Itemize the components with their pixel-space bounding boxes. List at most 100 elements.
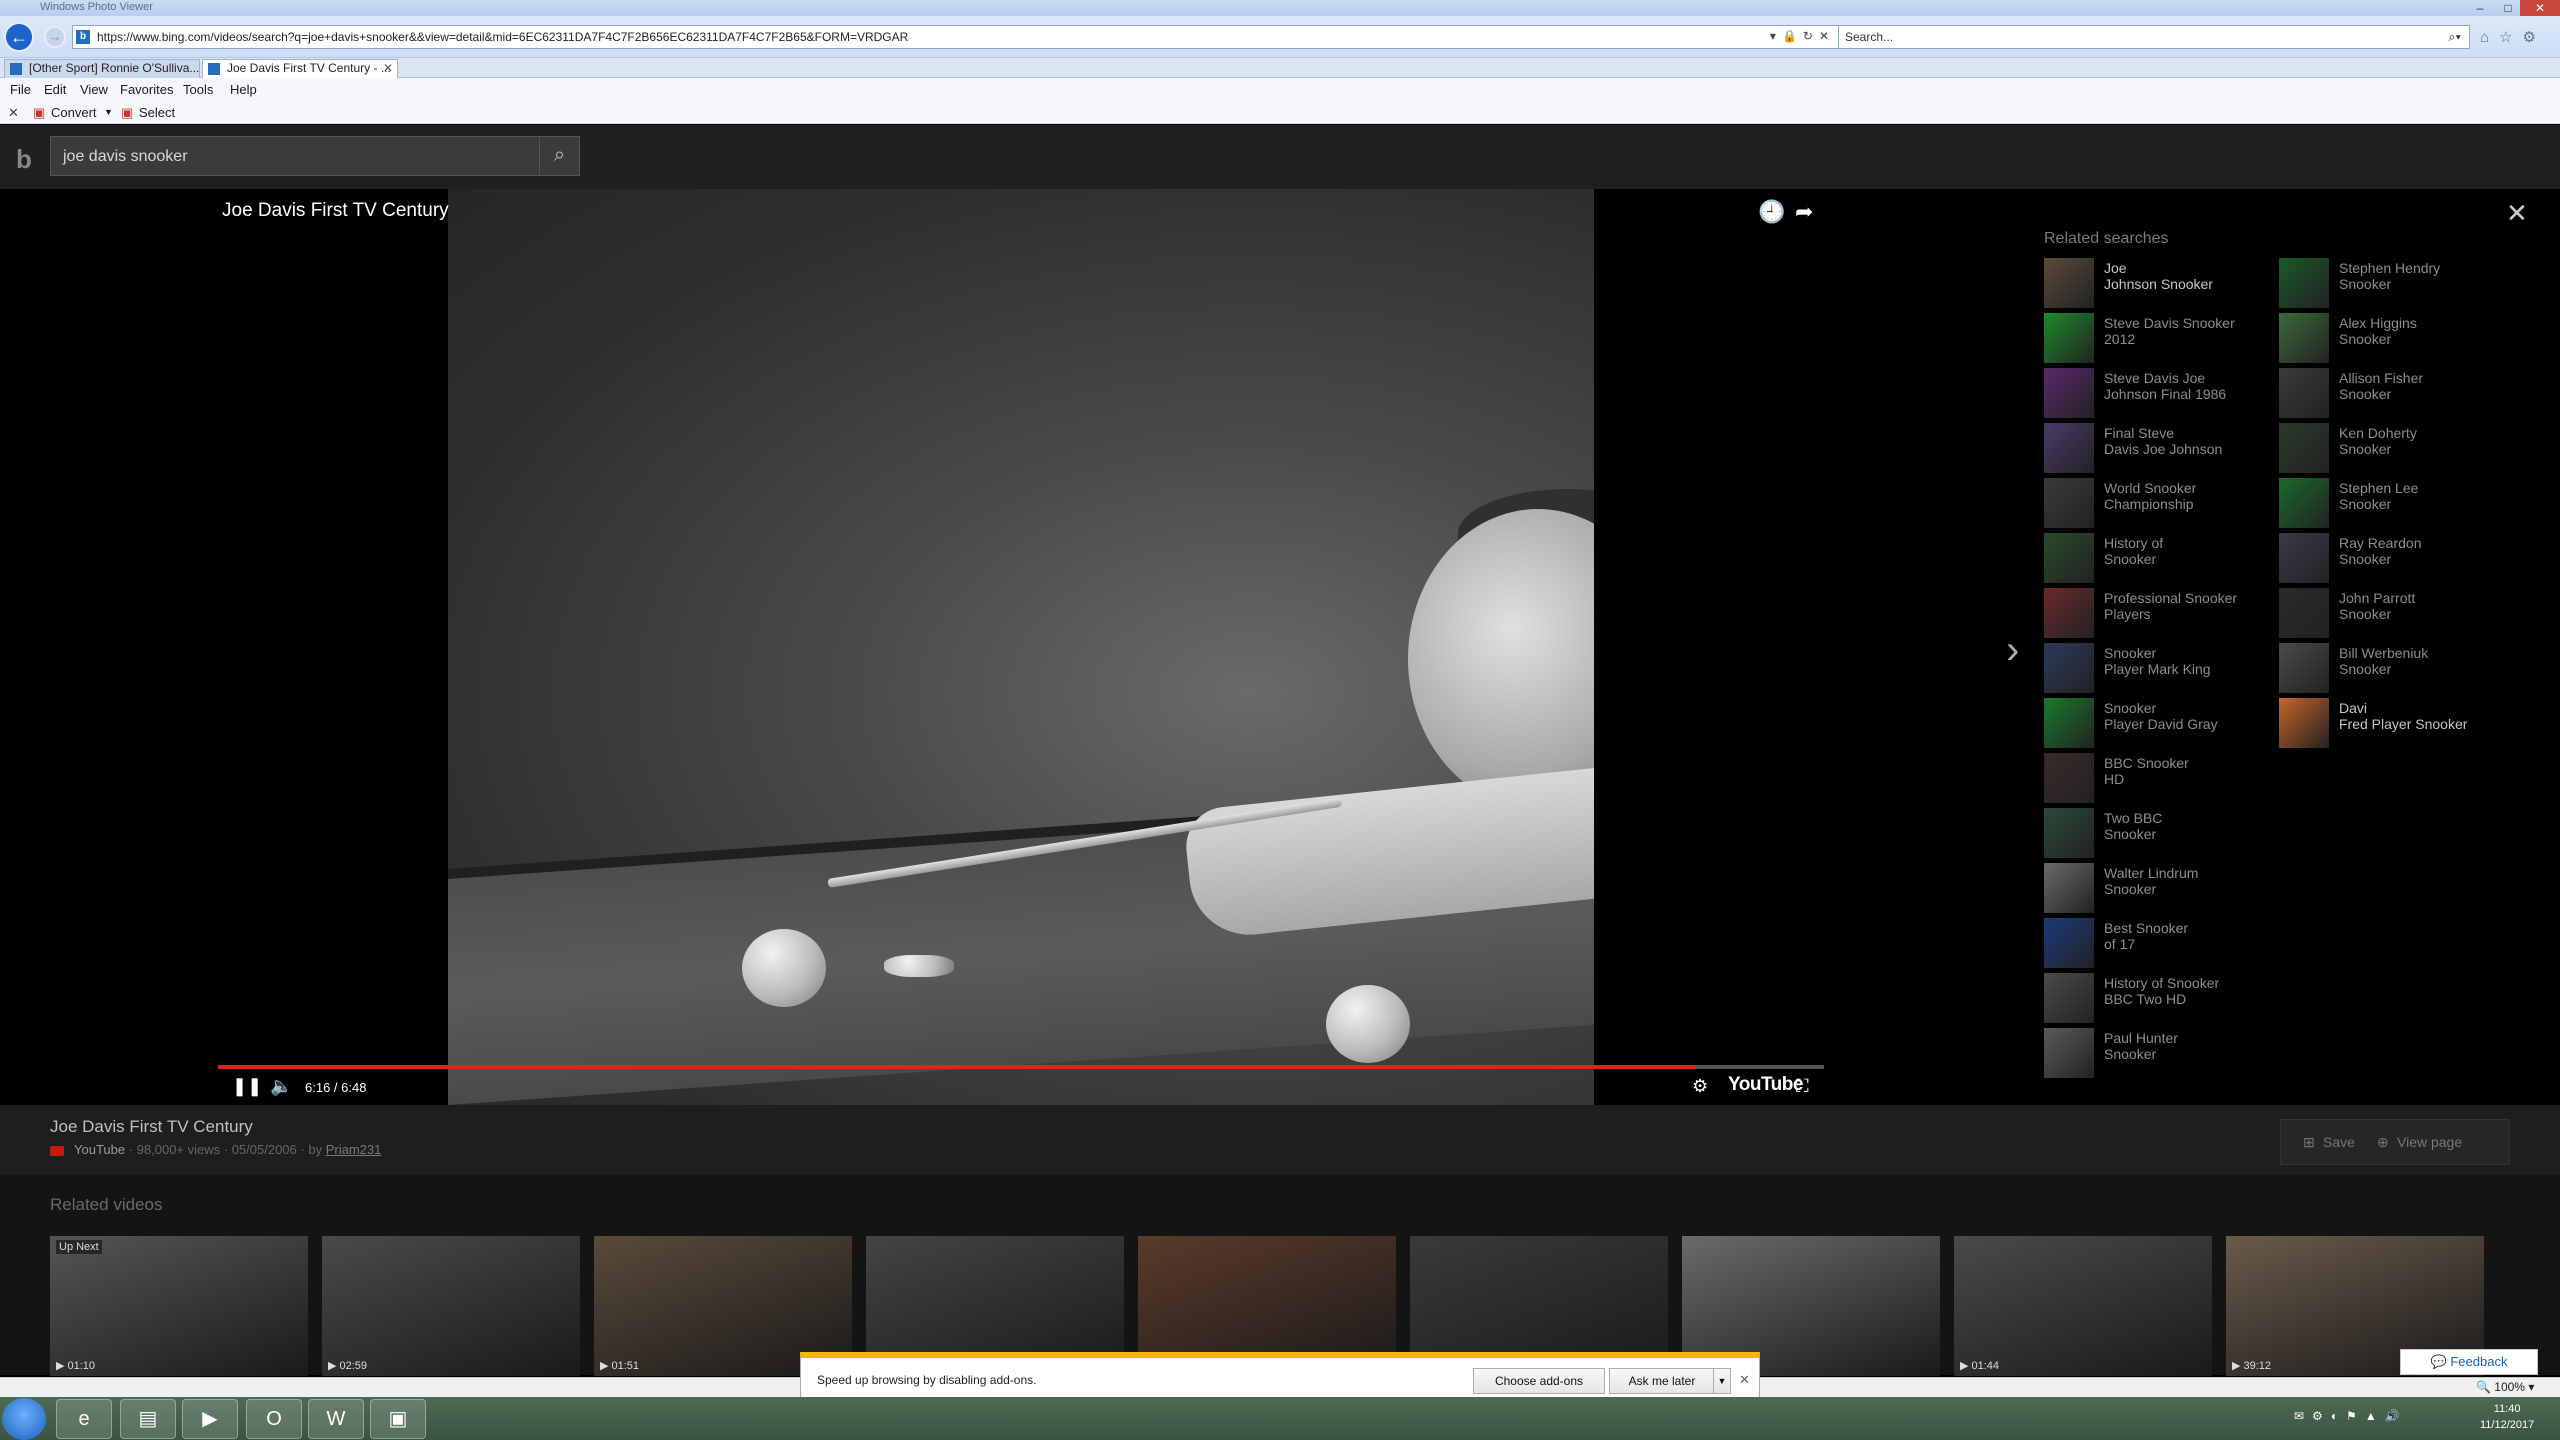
related-search-item[interactable]: Snooker Player Mark King [2044, 643, 2274, 693]
related-video-thumbnail[interactable]: Up Next ▶ 01:10 [50, 1236, 308, 1376]
select-button[interactable]: Select [139, 105, 175, 120]
related-video-thumbnail[interactable]: ▶ 01:44 [1954, 1236, 2212, 1376]
related-search-item[interactable]: Alex Higgins Snooker [2279, 313, 2509, 363]
related-search-item[interactable]: John Parrott Snooker [2279, 588, 2509, 638]
related-search-text: Final Steve Davis Joe Johnson [2104, 425, 2274, 457]
related-search-item[interactable]: Bill Werbeniuk Snooker [2279, 643, 2509, 693]
explorer-taskbar-icon[interactable]: ▤ [120, 1399, 176, 1439]
related-search-thumbnail [2044, 643, 2094, 693]
notification-close-icon[interactable]: ✕ [1739, 1372, 1750, 1388]
related-search-text: Joe Johnson Snooker [2104, 260, 2274, 292]
save-button[interactable]: Save [2323, 1134, 2355, 1150]
related-search-item[interactable]: Paul Hunter Snooker [2044, 1028, 2274, 1078]
outlook-taskbar-icon[interactable]: O [246, 1399, 302, 1439]
menu-edit[interactable]: Edit [44, 82, 66, 97]
related-search-item[interactable]: History of Snooker [2044, 533, 2274, 583]
related-search-thumbnail [2044, 1028, 2094, 1078]
view-page-button[interactable]: View page [2397, 1134, 2462, 1150]
video-player[interactable] [448, 189, 1594, 1105]
menu-help[interactable]: Help [230, 82, 257, 97]
info-author-link[interactable]: Priam231 [326, 1142, 382, 1157]
browser-search-box[interactable]: Search... ⌕▾ [1838, 25, 2470, 49]
taskbar-clock[interactable]: 11:40 11/12/2017 [2480, 1401, 2534, 1433]
related-search-item[interactable]: Stephen Hendry Snooker [2279, 258, 2509, 308]
related-search-text: Walter Lindrum Snooker [2104, 865, 2274, 897]
info-meta: YouTube · 98,000+ views · 05/05/2006 · b… [50, 1142, 381, 1157]
related-search-line1: History of Snooker [2104, 975, 2220, 991]
minimize-icon[interactable]: – [2466, 0, 2494, 16]
address-bar[interactable]: b https://www.bing.com/videos/search?q=j… [72, 25, 1842, 49]
fullscreen-icon[interactable]: ⛶ [1796, 1076, 1809, 1097]
watch-later-icon[interactable]: 🕘 [1758, 199, 1785, 225]
ask-me-later-button[interactable]: Ask me later [1609, 1368, 1715, 1394]
next-video-chevron-icon[interactable]: › [2006, 628, 2019, 673]
photo-viewer-taskbar-icon[interactable]: ▣ [370, 1399, 426, 1439]
start-button[interactable] [2, 1398, 46, 1440]
related-search-thumbnail [2279, 533, 2329, 583]
choose-addons-button[interactable]: Choose add-ons [1473, 1368, 1605, 1394]
video-duration: ▶ 01:44 [1960, 1360, 2000, 1372]
related-search-line1: Steve Davis Joe [2104, 370, 2206, 386]
related-search-item[interactable]: Walter Lindrum Snooker [2044, 863, 2274, 913]
related-search-line1: Bill Werbeniuk [2339, 645, 2429, 661]
related-search-item[interactable]: Stephen Lee Snooker [2279, 478, 2509, 528]
close-window-icon[interactable]: ✕ [2520, 0, 2560, 16]
tab-joe-davis[interactable]: Joe Davis First TV Century - ... ✕ [202, 59, 398, 78]
settings-gear-icon[interactable]: ⚙ [1692, 1076, 1708, 1097]
related-search-thumbnail [2044, 258, 2094, 308]
system-tray-icons[interactable]: ✉⚙◐⚑▲🔊 [2294, 1409, 2408, 1423]
zoom-level[interactable]: 🔍 100% ▾ [2470, 1380, 2541, 1394]
related-search-item[interactable]: Final Steve Davis Joe Johnson [2044, 423, 2274, 473]
maximize-icon[interactable]: □ [2494, 0, 2522, 16]
back-button[interactable]: ← [4, 22, 34, 52]
related-search-line1: World Snooker [2104, 480, 2197, 496]
menu-favorites[interactable]: Favorites [120, 82, 173, 97]
cmdbar-close-icon[interactable]: ✕ [8, 105, 19, 121]
related-search-item[interactable]: World Snooker Championship [2044, 478, 2274, 528]
related-search-item[interactable]: Ray Reardon Snooker [2279, 533, 2509, 583]
related-search-text: Stephen Hendry Snooker [2339, 260, 2509, 292]
ask-later-dropdown-icon[interactable]: ▼ [1713, 1368, 1731, 1394]
menu-tools[interactable]: Tools [183, 82, 213, 97]
search-icon[interactable]: ⌕ [539, 137, 579, 175]
forward-button[interactable]: → [44, 26, 66, 48]
related-search-thumbnail [2044, 918, 2094, 968]
video-duration-text: 01:10 [67, 1360, 96, 1372]
youtube-logo[interactable]: YouTube [1728, 1074, 1803, 1096]
related-search-item[interactable]: Allison Fisher Snooker [2279, 368, 2509, 418]
menu-view[interactable]: View [80, 82, 108, 97]
related-search-item[interactable]: BBC Snooker HD [2044, 753, 2274, 803]
related-search-text: Paul Hunter Snooker [2104, 1030, 2274, 1062]
tab-favicon-icon [10, 63, 22, 75]
share-icon[interactable]: ➦ [1795, 199, 1813, 225]
related-search-item[interactable]: Steve Davis Snooker 2012 [2044, 313, 2274, 363]
address-tools-icons[interactable]: ▾🔒↻✕ [1770, 29, 1835, 43]
related-search-item[interactable]: Two BBC Snooker [2044, 808, 2274, 858]
convert-button[interactable]: Convert [51, 105, 97, 120]
related-search-item[interactable]: Davi Fred Player Snooker [2279, 698, 2509, 748]
ie-taskbar-icon[interactable]: e [56, 1399, 112, 1439]
volume-icon[interactable]: 🔈 [270, 1076, 292, 1097]
search-icon[interactable]: ⌕▾ [2448, 29, 2461, 45]
related-search-item[interactable]: Professional Snooker Players [2044, 588, 2274, 638]
word-taskbar-icon[interactable]: W [308, 1399, 364, 1439]
close-overlay-icon[interactable]: ✕ [2506, 198, 2528, 229]
related-search-item[interactable]: Joe Johnson Snooker [2044, 258, 2274, 308]
bing-logo[interactable]: b [16, 144, 32, 175]
related-search-item[interactable]: Best Snooker of 17 [2044, 918, 2274, 968]
related-search-item[interactable]: Ken Doherty Snooker [2279, 423, 2509, 473]
tab-close-icon[interactable]: ✕ [383, 60, 393, 77]
convert-dropdown-icon[interactable]: ▼ [104, 107, 113, 117]
related-search-item[interactable]: History of Snooker BBC Two HD [2044, 973, 2274, 1023]
tab-ronnie[interactable]: [Other Sport] Ronnie O'Sulliva... [4, 59, 200, 78]
media-player-taskbar-icon[interactable]: ▶ [182, 1399, 238, 1439]
home-favorites-settings-icons[interactable]: ⌂☆⚙ [2480, 28, 2546, 46]
related-search-item[interactable]: Steve Davis Joe Johnson Final 1986 [2044, 368, 2274, 418]
bing-search-query: joe davis snooker [63, 148, 188, 165]
related-video-thumbnail[interactable]: ▶ 02:59 [322, 1236, 580, 1376]
pause-icon[interactable]: ❚❚ [232, 1076, 262, 1097]
related-search-item[interactable]: Snooker Player David Gray [2044, 698, 2274, 748]
feedback-button[interactable]: 💬 Feedback [2400, 1349, 2538, 1375]
bing-search-box[interactable]: joe davis snooker ⌕ [50, 136, 580, 176]
menu-file[interactable]: File [10, 82, 31, 97]
